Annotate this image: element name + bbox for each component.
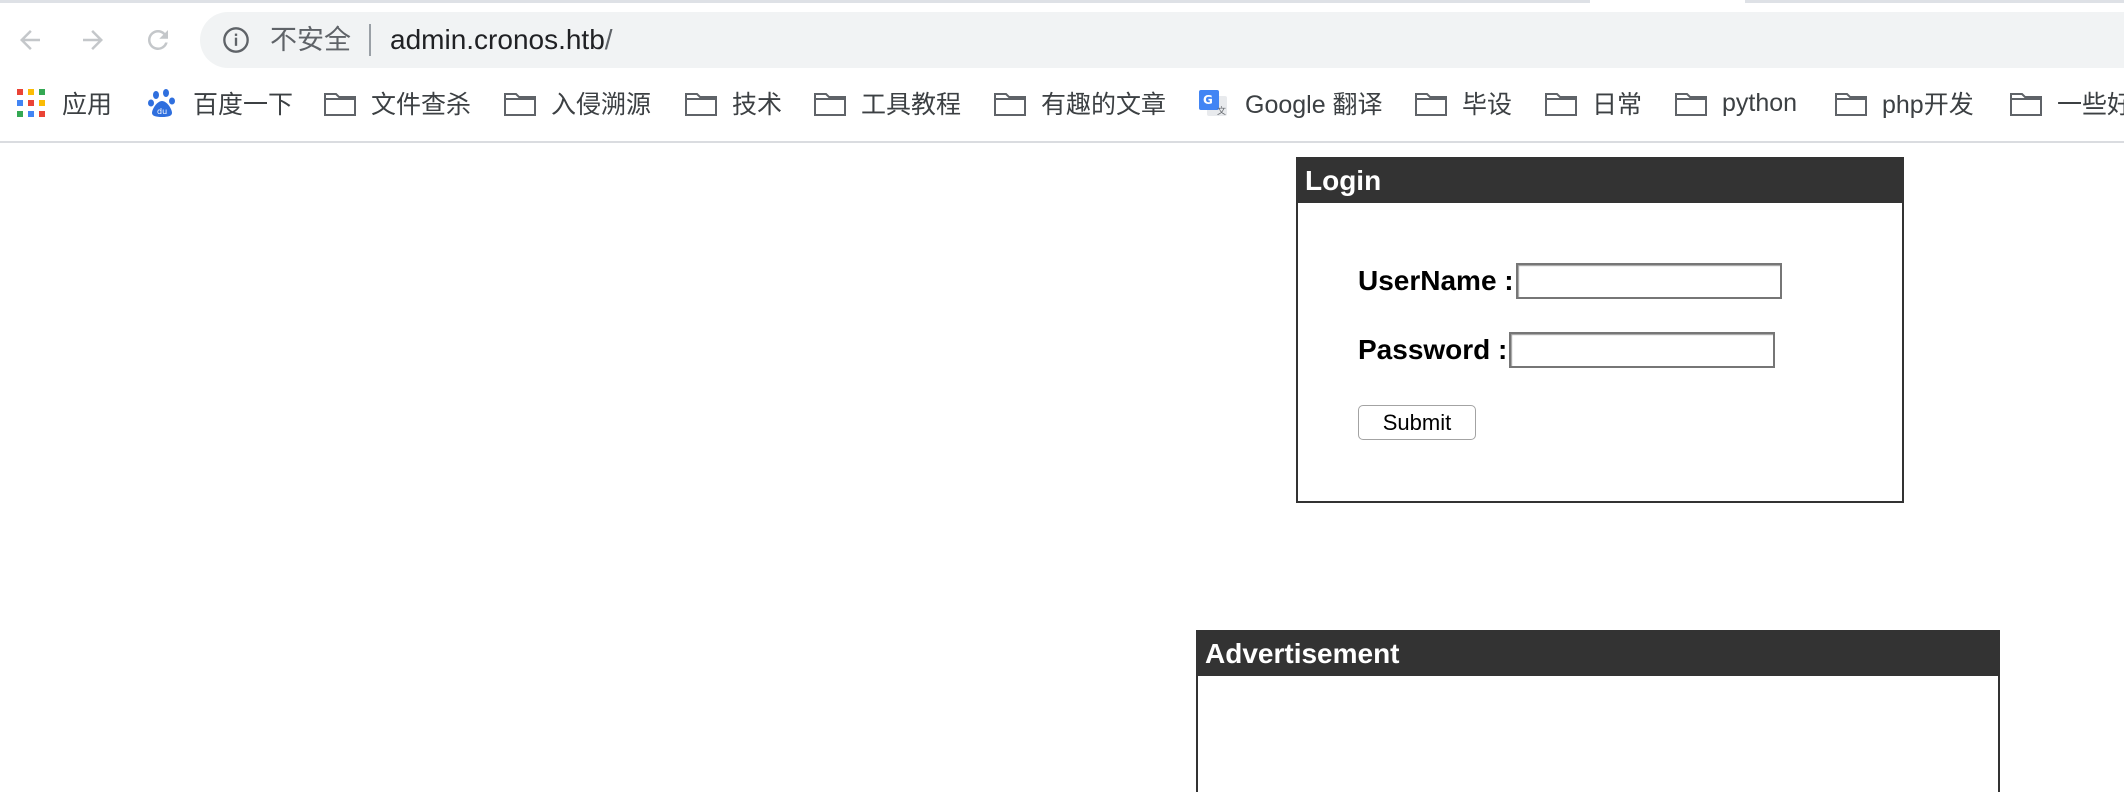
username-label: UserName : (1358, 265, 1514, 296)
bookmark-folder[interactable]: 文件查杀 (323, 79, 471, 127)
bookmark-label: 有趣的文章 (1041, 91, 1167, 119)
baidu-paw-icon: du (145, 88, 179, 118)
folder-icon (813, 88, 847, 118)
username-row: UserName : (1358, 263, 1782, 299)
bookmark-folder[interactable]: 日常 (1544, 79, 1642, 127)
bookmark-label: 文件查杀 (371, 91, 472, 119)
bookmark-label: Google 翻译 (1245, 91, 1383, 119)
folder-icon (1414, 88, 1448, 118)
svg-text:du: du (157, 107, 167, 116)
advertisement-title: Advertisement (1198, 632, 1998, 676)
bookmark-folder[interactable]: 技术 (684, 79, 782, 127)
bookmark-folder[interactable]: php开发 (1834, 79, 1974, 127)
bookmark-folder[interactable]: 毕设 (1414, 79, 1512, 127)
forward-button[interactable] (73, 20, 113, 60)
security-status-label[interactable]: 不安全 (270, 24, 351, 56)
svg-text:文: 文 (1217, 105, 1226, 117)
password-label: Password : (1358, 334, 1508, 365)
bookmark-folder[interactable]: 工具教程 (813, 79, 961, 127)
folder-icon (684, 88, 718, 118)
folder-icon (2009, 88, 2043, 118)
bookmark-label: 日常 (1592, 91, 1643, 119)
login-panel: Login UserName : Password : Submit (1296, 157, 1904, 503)
reload-icon (148, 30, 168, 50)
url-text[interactable]: admin.cronos.htb/ (390, 24, 613, 56)
bookmark-label: 百度一下 (193, 91, 294, 119)
arrow-right-icon (83, 30, 103, 50)
folder-icon (503, 88, 537, 118)
google-translate-icon: G 文 (1197, 88, 1231, 118)
bookmark-folder[interactable]: 一些好 (2009, 79, 2124, 127)
login-title: Login (1298, 159, 1902, 203)
bookmark-apps[interactable]: 应用 (14, 79, 112, 127)
folder-icon (1674, 88, 1708, 118)
address-separator (369, 24, 371, 56)
url-host: admin.cronos.htb (390, 24, 605, 55)
bookmark-label: 工具教程 (861, 91, 962, 119)
folder-icon (993, 88, 1027, 118)
bookmark-label: 一些好 (2057, 91, 2124, 119)
bookmark-label: 毕设 (1462, 91, 1513, 119)
advertisement-panel: Advertisement (1196, 630, 2000, 792)
apps-grid-icon (14, 88, 48, 118)
password-input[interactable] (1509, 332, 1776, 368)
bookmark-baidu[interactable]: du 百度一下 (145, 79, 293, 127)
back-button[interactable] (10, 20, 50, 60)
submit-button[interactable]: Submit (1358, 405, 1476, 440)
arrow-left-icon (20, 30, 40, 50)
bookmark-folder[interactable]: 入侵溯源 (503, 79, 651, 127)
bookmark-label: php开发 (1882, 91, 1974, 119)
bookmark-label: 技术 (732, 91, 783, 119)
bookmarks-bar: 应用 du 百度一下 文件查杀 入侵溯源 技术 工具教程 有趣的文章 G 文 G… (0, 79, 2124, 143)
folder-icon (323, 88, 357, 118)
username-input[interactable] (1515, 263, 1782, 299)
folder-icon (1834, 88, 1868, 118)
svg-text:G: G (1203, 93, 1213, 107)
url-path: / (604, 24, 613, 55)
address-bar[interactable]: 不安全 admin.cronos.htb/ (200, 12, 2124, 68)
reload-button[interactable] (138, 20, 178, 60)
password-row: Password : (1358, 332, 1776, 368)
bookmark-label: 应用 (62, 91, 113, 119)
bookmark-folder[interactable]: 有趣的文章 (993, 79, 1166, 127)
browser-toolbar: 不安全 admin.cronos.htb/ (0, 0, 2124, 79)
bookmark-folder[interactable]: python (1674, 79, 1797, 127)
bookmark-google-translate[interactable]: G 文 Google 翻译 (1197, 79, 1383, 127)
tab-strip-edge (1745, 0, 2124, 3)
bookmark-label: python (1722, 88, 1798, 117)
tab-strip-edge (0, 0, 1590, 3)
bookmark-label: 入侵溯源 (551, 91, 652, 119)
info-icon[interactable] (222, 26, 250, 54)
folder-icon (1544, 88, 1578, 118)
